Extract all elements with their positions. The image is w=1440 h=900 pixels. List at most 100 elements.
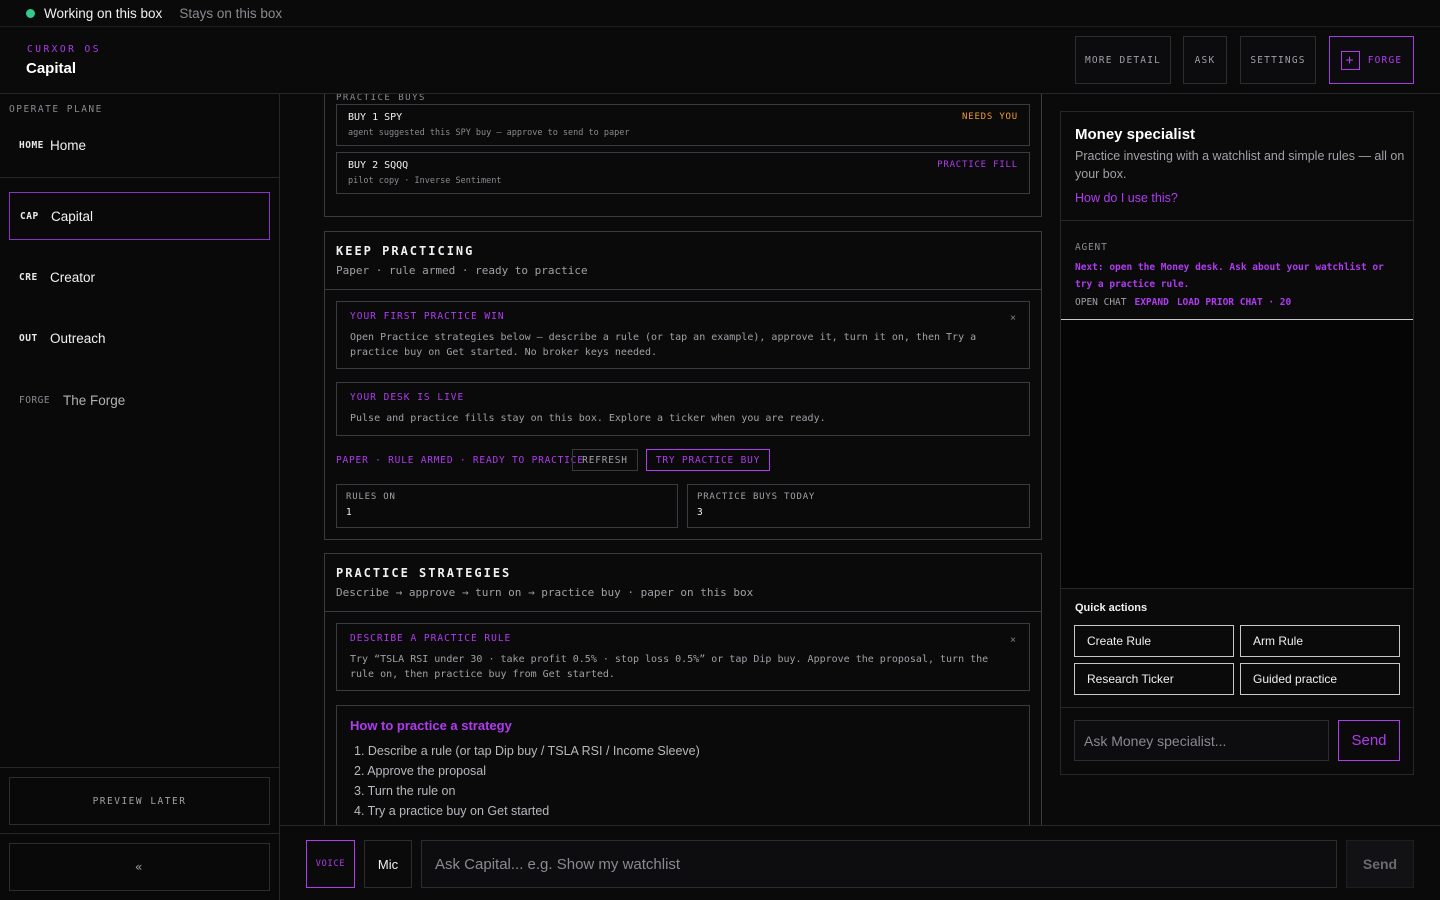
nav-label: Home [50,137,87,153]
ask-button[interactable]: ASK [1183,36,1227,84]
nav-label: The Forge [63,392,126,408]
sidebar-item-home[interactable]: HOME Home [9,121,270,169]
research-ticker-button[interactable]: Research Ticker [1074,663,1234,695]
status-stays: Stays on this box [179,5,283,21]
plus-icon: + [1340,50,1360,70]
sidebar-item-outreach[interactable]: OUT Outreach [9,314,270,362]
howto-steps: 1. Describe a rule (or tap Dip buy / TSL… [350,741,1016,821]
sidebar: OPERATE PLANE HOME Home CAP Capital CRE … [0,94,280,900]
callout-title: DESCRIBE A PRACTICE RULE [350,633,512,644]
mic-button[interactable]: Mic [364,840,412,888]
nav-label: Creator [50,269,96,285]
list-item: 4. Try a practice buy on Get started [354,804,550,818]
chat-controls: OPEN CHAT EXPAND LOAD PRIOR CHAT · 20 [1075,297,1291,308]
divider [0,177,279,178]
help-link[interactable]: How do I use this? [1075,191,1178,205]
specialist-description: Practice investing with a watchlist and … [1075,149,1405,181]
stat-value: 1 [346,507,352,518]
more-detail-button[interactable]: MORE DETAIL [1075,36,1171,84]
buy-detail: agent suggested this SPY buy — approve t… [348,128,630,138]
section-subtitle: Describe → approve → turn on → practice … [336,586,754,599]
collapse-sidebar-button[interactable]: « [9,843,270,891]
rules-on-stat: RULES ON 1 [336,484,678,528]
close-icon[interactable]: × [1010,313,1016,324]
callout-title: YOUR DESK IS LIVE [350,392,465,403]
agent-next-message: Next: open the Money desk. Ask about you… [1075,262,1384,290]
practice-buys-label: PRACTICE BUYS [336,94,426,103]
divider [0,767,279,768]
quick-actions-label: Quick actions [1075,602,1148,614]
nav-label: Capital [51,208,94,224]
try-practice-buy-button[interactable]: TRY PRACTICE BUY [646,449,770,471]
practice-fill-badge: PRACTICE FILL [937,160,1018,170]
guided-practice-button[interactable]: Guided practice [1240,663,1400,695]
practice-buy-row[interactable]: BUY 2 SQQQ pilot copy · Inverse Sentimen… [336,152,1030,194]
divider [1061,220,1413,221]
howto-title: How to practice a strategy [350,718,512,733]
stat-value: 3 [697,507,703,518]
status-working: Working on this box [44,5,163,21]
specialist-title: Money specialist [1075,126,1196,143]
divider [325,611,1041,612]
main-content: PRACTICE BUYS BUY 1 SPY agent suggested … [280,94,1060,825]
operate-plane-label: OPERATE PLANE [9,104,103,115]
settings-button[interactable]: SETTINGS [1240,36,1316,84]
buy-title: BUY 1 SPY [348,112,403,123]
nav-code: FORGE [19,394,51,406]
section-title: PRACTICE STRATEGIES [336,566,512,580]
list-item: 1. Describe a rule (or tap Dip buy / TSL… [354,744,700,758]
divider [0,833,279,834]
practice-status-line: PAPER · RULE ARMED · READY TO PRACTICE [336,455,584,466]
close-icon[interactable]: × [1010,635,1016,646]
practice-buy-row[interactable]: BUY 1 SPY agent suggested this SPY buy —… [336,104,1030,146]
stat-label: PRACTICE BUYS TODAY [697,492,816,502]
sidebar-item-capital[interactable]: CAP Capital [9,192,270,240]
nav-label: Outreach [50,330,106,346]
nav-code: OUT [19,332,38,344]
practice-buys-today-stat: PRACTICE BUYS TODAY 3 [687,484,1030,528]
forge-button-label: FORGE [1367,54,1403,66]
sidebar-item-forge[interactable]: FORGE The Forge [9,376,270,424]
expand-link[interactable]: EXPAND [1134,297,1168,308]
strategies-header: PRACTICE STRATEGIES Describe → approve →… [336,566,753,599]
brand-subtitle: CURXOR OS [27,44,101,55]
callout-text: Open Practice strategies below — describ… [350,332,977,358]
needs-you-badge: NEEDS YOU [962,112,1018,122]
chat-area [1061,320,1413,588]
refresh-button[interactable]: REFRESH [572,449,638,471]
online-indicator-icon [26,8,35,18]
open-chat-label: OPEN CHAT [1075,297,1127,308]
arm-rule-button[interactable]: Arm Rule [1240,625,1400,657]
buy-detail: pilot copy · Inverse Sentiment [348,176,502,186]
money-specialist-panel: Money specialist Practice investing with… [1060,111,1414,775]
agent-label: AGENT [1075,242,1108,253]
status-bar: Working on this box Stays on this box [0,0,1440,27]
divider [1061,588,1413,589]
forge-button[interactable]: + FORGE [1329,36,1414,84]
preview-later-button[interactable]: PREVIEW LATER [9,777,270,825]
keep-practicing-card: KEEP PRACTICING Paper · rule armed · rea… [324,231,1042,540]
section-title: KEEP PRACTICING [336,244,475,258]
load-prior-chat-link[interactable]: LOAD PRIOR CHAT · 20 [1177,297,1291,308]
nav-code: HOME [19,139,44,151]
list-item: 2. Approve the proposal [354,764,487,778]
sidebar-item-creator[interactable]: CRE Creator [9,253,270,301]
keep-practicing-header: KEEP PRACTICING Paper · rule armed · rea… [336,244,588,277]
specialist-send-button[interactable]: Send [1338,720,1400,761]
describe-rule-callout: DESCRIBE A PRACTICE RULE Try “TSLA RSI u… [336,623,1030,691]
composer-bar: VOICE Mic Send [280,825,1440,900]
practice-buys-card: PRACTICE BUYS BUY 1 SPY agent suggested … [324,94,1042,217]
stat-label: RULES ON [346,492,396,502]
create-rule-button[interactable]: Create Rule [1074,625,1234,657]
nav-code: CRE [19,271,38,283]
page-title: Capital [26,60,77,77]
callout-text: Try “TSLA RSI under 30 · take profit 0.5… [350,654,989,680]
list-item: 3. Turn the rule on [354,784,456,798]
send-button[interactable]: Send [1346,840,1414,888]
practice-strategies-card: PRACTICE STRATEGIES Describe → approve →… [324,553,1042,825]
ask-capital-input[interactable] [421,840,1337,888]
voice-button[interactable]: VOICE [306,840,355,888]
ask-specialist-input[interactable] [1074,720,1329,761]
nav-code: CAP [20,210,39,222]
divider [325,289,1041,290]
